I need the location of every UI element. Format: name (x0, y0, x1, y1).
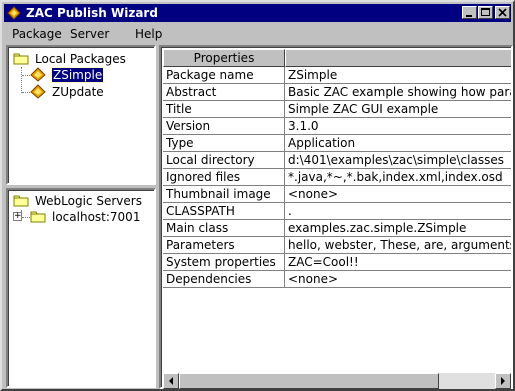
property-name-cell[interactable]: Version (163, 118, 285, 135)
property-value-cell[interactable]: d:\401\examples\zac\simple\classes (285, 152, 511, 169)
property-name-cell[interactable]: Abstract (163, 84, 285, 101)
property-value-cell[interactable]: Simple ZAC GUI example (285, 101, 511, 118)
main-window: ZAC Publish Wizard Package Server Help L… (0, 0, 515, 391)
app-logo-icon (7, 6, 21, 20)
close-icon (498, 8, 507, 17)
table-row[interactable]: Version 3.1.0 (163, 118, 511, 135)
minimize-icon (466, 15, 472, 17)
close-button[interactable] (495, 6, 510, 19)
property-value-cell[interactable]: *.java,*~,*.bak,index.xml,index.osd (285, 169, 511, 186)
tree-item-label: ZUpdate (52, 85, 104, 99)
property-name-cell[interactable]: Thumbnail image (163, 186, 285, 203)
property-value-cell[interactable]: Application (285, 135, 511, 152)
menu-help[interactable]: Help (135, 27, 162, 41)
property-value-cell[interactable]: . (285, 203, 511, 220)
tree-root-label: Local Packages (35, 52, 126, 66)
property-name-cell[interactable]: Package name (163, 67, 285, 84)
table-row[interactable]: Dependencies <none> (163, 271, 511, 288)
property-value-cell[interactable]: <none> (285, 186, 511, 203)
property-value-cell[interactable]: hello, webster, These, are, arguments, .… (285, 237, 511, 254)
property-name-cell[interactable]: System properties (163, 254, 285, 271)
properties-table[interactable]: Properties Package name ZSimple Abstract Ba… (163, 49, 511, 373)
table-row[interactable]: Title Simple ZAC GUI example (163, 101, 511, 118)
tree-item-label: ZSimple (50, 67, 105, 83)
weblogic-servers-tree[interactable]: WebLogic Servers + localhost:7001 (6, 188, 156, 388)
property-value-cell[interactable]: examples.zac.simple.ZSimple (285, 220, 511, 237)
maximize-button[interactable] (478, 6, 493, 19)
property-value-cell[interactable]: 3.1.0 (285, 118, 511, 135)
table-row[interactable]: Parameters hello, webster, These, are, ar… (163, 237, 511, 254)
tree-guide-line (22, 92, 30, 93)
minimize-button[interactable] (462, 6, 477, 19)
property-name-cell[interactable]: Ignored files (163, 169, 285, 186)
table-row[interactable]: CLASSPATH. (163, 203, 511, 220)
folder-icon (13, 53, 29, 65)
title-bar[interactable]: ZAC Publish Wizard (4, 4, 511, 22)
tree-guide-line (22, 75, 30, 76)
property-name-cell[interactable]: CLASSPATH (163, 203, 285, 220)
package-icon (30, 84, 46, 99)
scrollbar-thumb[interactable] (179, 373, 439, 389)
tree-item-label: localhost:7001 (52, 210, 141, 224)
property-name-cell[interactable]: Type (163, 135, 285, 152)
table-row[interactable]: Type Application (163, 135, 511, 152)
property-name-cell[interactable]: Dependencies (163, 271, 285, 288)
property-name-cell[interactable]: Parameters (163, 237, 285, 254)
scroll-left-button[interactable] (163, 373, 179, 389)
table-row[interactable]: Local directory d:\401\examples\zac\simpl… (163, 152, 511, 169)
tree-guide-line (21, 67, 22, 93)
property-name-cell[interactable]: Main class (163, 220, 285, 237)
menu-package[interactable]: Package (12, 27, 62, 41)
menu-bar: Package Server Help (4, 24, 511, 42)
column-header-value[interactable] (285, 49, 511, 67)
table-row[interactable]: Package name ZSimple (163, 67, 511, 84)
horizontal-scrollbar[interactable] (163, 373, 511, 389)
property-value-cell[interactable]: Basic ZAC example showing how para... (285, 84, 511, 101)
scroll-right-button[interactable] (495, 373, 511, 389)
table-row[interactable]: Ignored files *.java,*~,*.bak,index.xml,i… (163, 169, 511, 186)
table-row[interactable]: System properties ZAC=Cool!! (163, 254, 511, 271)
window-title: ZAC Publish Wizard (26, 6, 158, 20)
table-row[interactable]: Main class examples.zac.simple.ZSimple (163, 220, 511, 237)
arrow-left-icon (169, 377, 173, 385)
property-value-cell[interactable]: ZAC=Cool!! (285, 254, 511, 271)
property-value-cell[interactable]: ZSimple (285, 67, 511, 84)
properties-table-panel: Properties Package name ZSimple Abstract Ba… (159, 45, 513, 389)
maximize-icon (481, 8, 490, 16)
local-packages-tree[interactable]: Local Packages ZSimple ZUpdate (6, 45, 156, 185)
arrow-right-icon (501, 377, 505, 385)
folder-icon (13, 195, 29, 207)
column-header-properties[interactable]: Properties (163, 49, 285, 67)
tree-root-label: WebLogic Servers (35, 194, 142, 208)
plus-expander-icon[interactable]: + (13, 212, 22, 221)
property-name-cell[interactable]: Local directory (163, 152, 285, 169)
table-row[interactable]: Thumbnail image <none> (163, 186, 511, 203)
tree-guide-line (22, 217, 30, 218)
folder-icon (30, 211, 46, 223)
table-row[interactable]: Abstract Basic ZAC example showing how pa… (163, 84, 511, 101)
property-name-cell[interactable]: Title (163, 101, 285, 118)
property-value-cell[interactable]: <none> (285, 271, 511, 288)
menu-server[interactable]: Server (70, 27, 109, 41)
package-icon (30, 67, 46, 82)
